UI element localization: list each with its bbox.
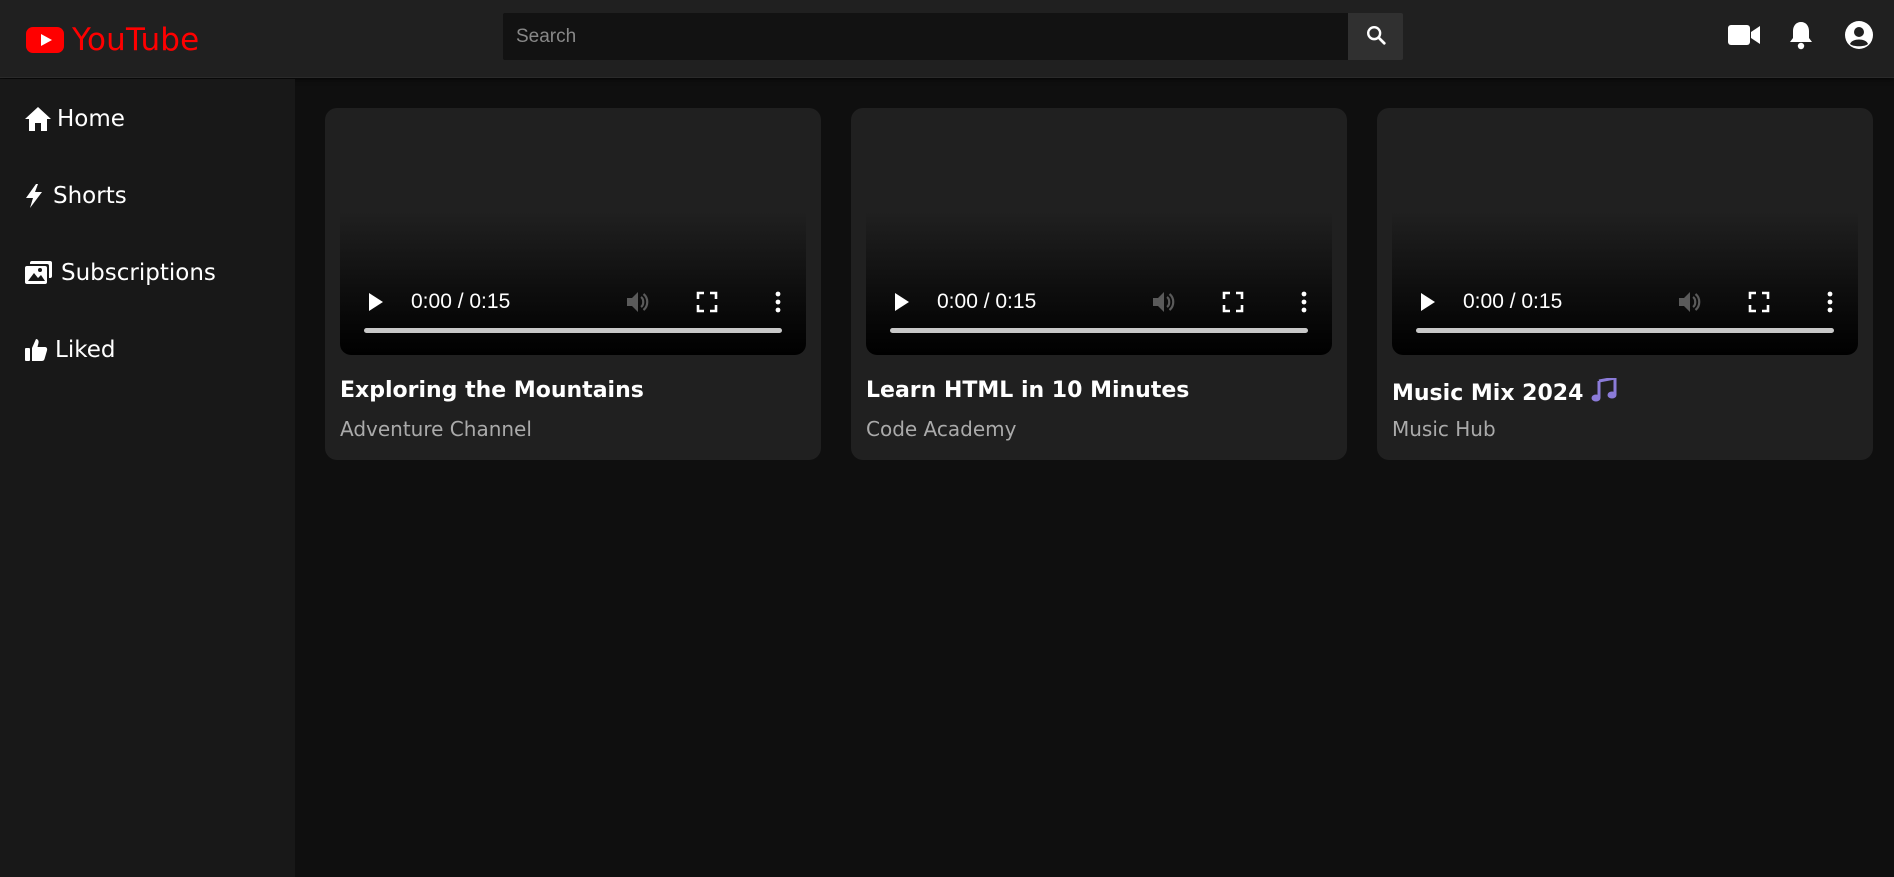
play-icon: [369, 293, 383, 311]
video-title: Music Mix 2024: [1392, 381, 1584, 406]
video-time: 0:00 / 0:15: [411, 290, 511, 313]
more-options-button[interactable]: [768, 288, 788, 316]
progress-bar[interactable]: [1416, 328, 1834, 333]
play-icon: [1421, 293, 1435, 311]
create-video-button[interactable]: [1727, 20, 1761, 54]
play-button[interactable]: [1416, 288, 1440, 316]
more-options-button[interactable]: [1820, 288, 1840, 316]
more-options-button[interactable]: [1294, 288, 1314, 316]
sidebar-item-label: Home: [57, 106, 125, 132]
subscriptions-icon: [24, 259, 56, 287]
music-note-icon: [1591, 376, 1617, 408]
channel-name[interactable]: Music Hub: [1392, 417, 1496, 441]
video-time: 0:00 / 0:15: [1463, 290, 1563, 313]
more-vert-icon: [1827, 291, 1833, 313]
play-button[interactable]: [890, 288, 914, 316]
bolt-icon: [24, 182, 48, 210]
sidebar-item-label: Shorts: [53, 183, 127, 209]
sidebar-item-label: Subscriptions: [61, 260, 216, 286]
sidebar-item-label: Liked: [55, 337, 116, 363]
home-icon: [24, 105, 52, 133]
mute-button[interactable]: [1675, 288, 1705, 316]
volume-icon: [627, 292, 649, 312]
video-title-wrapper[interactable]: Music Mix 2024: [1392, 376, 1617, 408]
youtube-logo-icon: [26, 27, 64, 53]
video-card[interactable]: 0:00 / 0:15 Exploring the Mountains Adve…: [325, 108, 821, 460]
search-button[interactable]: [1348, 13, 1403, 60]
bell-icon: [1788, 20, 1814, 54]
search-input[interactable]: [503, 13, 1348, 60]
video-time: 0:00 / 0:15: [937, 290, 1037, 313]
more-vert-icon: [775, 291, 781, 313]
volume-icon: [1153, 292, 1175, 312]
more-vert-icon: [1301, 291, 1307, 313]
fullscreen-icon: [696, 291, 718, 313]
sidebar-item-home[interactable]: Home: [24, 99, 125, 139]
play-icon: [895, 293, 909, 311]
video-card[interactable]: 0:00 / 0:15 Music Mix 2024 Music Hub: [1377, 108, 1873, 460]
play-button[interactable]: [364, 288, 388, 316]
fullscreen-button[interactable]: [693, 288, 721, 316]
progress-bar[interactable]: [890, 328, 1308, 333]
fullscreen-button[interactable]: [1745, 288, 1773, 316]
video-player[interactable]: 0:00 / 0:15: [1392, 123, 1858, 355]
fullscreen-icon: [1222, 291, 1244, 313]
video-player[interactable]: 0:00 / 0:15: [866, 123, 1332, 355]
thumbs-up-icon: [24, 336, 50, 364]
sidebar-item-subscriptions[interactable]: Subscriptions: [24, 253, 216, 293]
video-title[interactable]: Exploring the Mountains: [340, 378, 644, 403]
video-title[interactable]: Learn HTML in 10 Minutes: [866, 378, 1189, 403]
mute-button[interactable]: [623, 288, 653, 316]
top-bar: YouTube: [0, 0, 1894, 78]
logo-text: YouTube: [72, 22, 200, 58]
sidebar: Home Shorts Subscriptions Liked: [0, 79, 295, 877]
mute-button[interactable]: [1149, 288, 1179, 316]
sidebar-item-liked[interactable]: Liked: [24, 330, 115, 370]
channel-name[interactable]: Adventure Channel: [340, 417, 532, 441]
account-button[interactable]: [1842, 20, 1876, 54]
fullscreen-button[interactable]: [1219, 288, 1247, 316]
sidebar-item-shorts[interactable]: Shorts: [24, 176, 127, 216]
search-icon: [1365, 24, 1387, 49]
account-icon: [1844, 20, 1874, 54]
progress-bar[interactable]: [364, 328, 782, 333]
fullscreen-icon: [1748, 291, 1770, 313]
channel-name[interactable]: Code Academy: [866, 417, 1016, 441]
video-camera-icon: [1727, 23, 1761, 51]
volume-icon: [1679, 292, 1701, 312]
video-card[interactable]: 0:00 / 0:15 Learn HTML in 10 Minutes Cod…: [851, 108, 1347, 460]
video-player[interactable]: 0:00 / 0:15: [340, 123, 806, 355]
youtube-logo[interactable]: YouTube: [26, 22, 199, 58]
notifications-button[interactable]: [1784, 20, 1818, 54]
